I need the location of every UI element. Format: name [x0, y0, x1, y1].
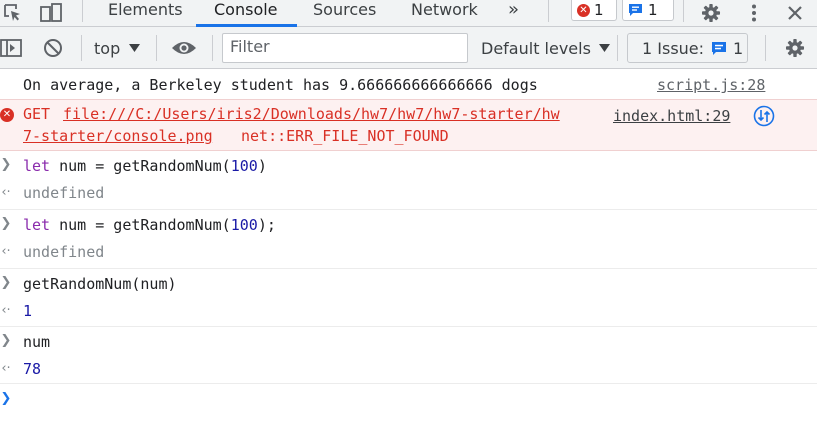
- live-expression-eye-icon[interactable]: [170, 37, 198, 59]
- tab-network[interactable]: Network: [411, 0, 478, 26]
- log-text: On average, a Berkeley student has 9.666…: [23, 76, 538, 94]
- console-toolbar: top Filter Default levels 1 Issue: 1: [0, 27, 817, 69]
- dropdown-arrow-icon: [129, 44, 141, 52]
- code-text: num = getRandomNum(: [50, 157, 231, 175]
- input-prompt-chevron-icon: ❯: [0, 333, 12, 348]
- console-result-row: ‹· undefined: [0, 179, 817, 207]
- console-result-row: ‹· 78: [0, 355, 817, 383]
- input-prompt-chevron-icon: ❯: [0, 275, 12, 290]
- tab-elements[interactable]: Elements: [108, 0, 183, 26]
- result-value: 1: [23, 302, 33, 320]
- log-source-link[interactable]: script.js:28: [657, 76, 765, 94]
- divider: [548, 0, 549, 22]
- devtools-tab-bar: Elements Console Sources Network » ✕ 1 1: [0, 0, 817, 27]
- input-prompt-chevron-icon: ❯: [0, 157, 12, 172]
- context-label: top: [94, 38, 121, 58]
- context-selector[interactable]: top: [94, 36, 141, 60]
- divider: [82, 0, 83, 22]
- tab-console[interactable]: Console: [214, 0, 278, 26]
- result-value: undefined: [23, 184, 105, 202]
- network-panel-icon[interactable]: [753, 105, 775, 127]
- console-input-row: ❯ let num = getRandomNum(100);: [0, 210, 817, 238]
- issues-label: 1 Issue:: [642, 38, 705, 58]
- error-url-line1[interactable]: file:///C:/Users/iris2/Downloads/hw7/hw7…: [63, 105, 560, 123]
- error-url-line2[interactable]: 7-starter/console.png: [23, 127, 213, 145]
- error-icon: ✕: [0, 108, 14, 122]
- result-return-arrow-icon: ‹·: [1, 185, 11, 200]
- console-input-row: ❯ num: [0, 327, 817, 355]
- divider: [81, 35, 82, 61]
- code-text: num: [23, 333, 51, 351]
- more-tabs-button[interactable]: »: [508, 0, 519, 26]
- divider: [765, 35, 766, 61]
- console-settings-gear-icon[interactable]: [782, 36, 808, 60]
- error-count-badge[interactable]: ✕ 1: [571, 0, 617, 21]
- input-prompt-chevron-icon: ❯: [0, 216, 12, 231]
- code-tail: );: [257, 216, 276, 234]
- result-return-arrow-icon: ‹·: [1, 361, 11, 376]
- divider: [212, 35, 213, 61]
- console-log-message: On average, a Berkeley student has 9.666…: [0, 70, 817, 99]
- tab-sources[interactable]: Sources: [313, 0, 376, 26]
- prompt-chevron-icon: ❯: [0, 391, 12, 406]
- more-options-icon[interactable]: [742, 0, 766, 26]
- inspect-element-icon[interactable]: [2, 0, 24, 26]
- log-levels-label: Default levels: [481, 38, 591, 58]
- code-number: 100: [230, 216, 258, 234]
- device-toolbar-icon[interactable]: [38, 0, 64, 26]
- message-icon: [628, 3, 643, 17]
- console-result-row: ‹· 1: [0, 297, 817, 325]
- divider: [683, 0, 684, 22]
- error-method: GET: [23, 105, 51, 123]
- message-count-badge[interactable]: 1: [622, 0, 674, 21]
- close-icon[interactable]: [783, 0, 807, 26]
- settings-gear-icon[interactable]: [698, 0, 724, 26]
- dropdown-arrow-icon: [598, 44, 610, 52]
- code-text: num = getRandomNum(: [50, 216, 231, 234]
- issues-button[interactable]: 1 Issue: 1: [627, 33, 748, 63]
- result-value: undefined: [23, 243, 105, 261]
- console-error-message: ✕ GET file:///C:/Users/iris2/Downloads/h…: [0, 100, 817, 150]
- code-keyword: let: [23, 157, 51, 175]
- console-input-row: ❯ let num = getRandomNum(100): [0, 151, 817, 179]
- code-keyword: let: [23, 216, 51, 234]
- result-return-arrow-icon: ‹·: [1, 303, 11, 318]
- console-prompt[interactable]: ❯: [0, 384, 817, 414]
- divider: [617, 35, 618, 61]
- result-value: 78: [23, 360, 42, 378]
- code-number: 100: [230, 157, 258, 175]
- error-status: net::ERR_FILE_NOT_FOUND: [241, 127, 449, 145]
- console-result-row: ‹· undefined: [0, 238, 817, 266]
- message-count: 1: [648, 1, 658, 19]
- result-return-arrow-icon: ‹·: [1, 244, 11, 259]
- error-count: 1: [594, 1, 604, 19]
- issue-message-icon: [711, 41, 727, 56]
- divider: [156, 35, 157, 61]
- error-icon: ✕: [577, 3, 590, 17]
- clear-console-icon[interactable]: [42, 37, 64, 59]
- error-source-link[interactable]: index.html:29: [613, 107, 730, 125]
- log-levels-dropdown[interactable]: Default levels: [481, 36, 610, 60]
- filter-input[interactable]: Filter: [222, 33, 468, 63]
- code-text: getRandomNum(num): [23, 275, 177, 293]
- code-tail: ): [257, 157, 267, 175]
- console-input-row: ❯ getRandomNum(num): [0, 269, 817, 297]
- issues-count: 1: [733, 38, 744, 58]
- sidebar-toggle-icon[interactable]: [0, 37, 22, 59]
